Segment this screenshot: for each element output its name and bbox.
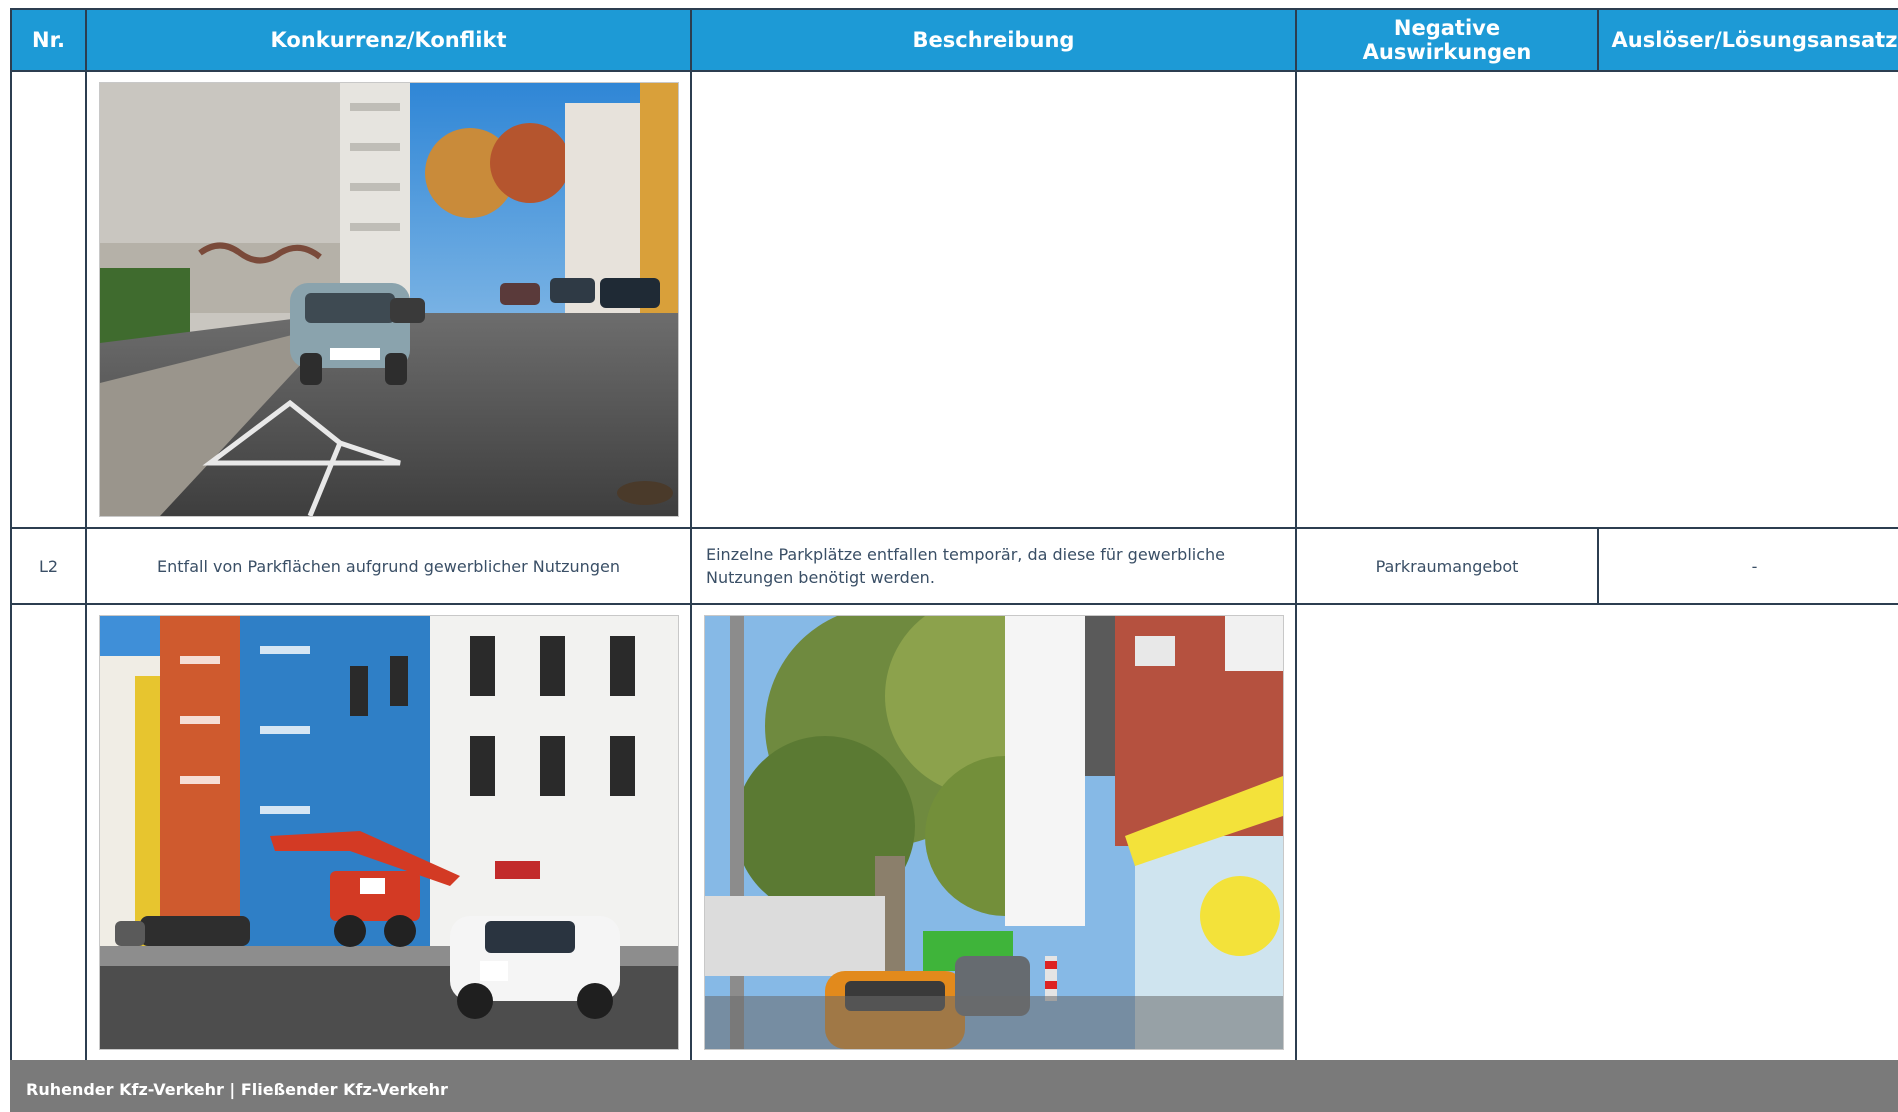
table-row — [10, 70, 1898, 529]
construction-lift-photo — [99, 615, 679, 1050]
tree-shop-photo — [704, 615, 1284, 1050]
header-ausloeser-label: Auslöser/Lösungsansatz — [1611, 28, 1898, 52]
header-negative-auswirkungen: Negative Auswirkungen — [1295, 8, 1599, 72]
document-page: Nr. Konkurrenz/Konflikt Beschreibung Neg… — [0, 0, 1898, 1112]
header-nr: Nr. — [10, 8, 87, 72]
header-konflikt-label: Konkurrenz/Konflikt — [270, 28, 507, 52]
header-beschreibung: Beschreibung — [690, 8, 1297, 72]
row-l2-ausloeser: - — [1597, 527, 1898, 605]
table-row: L2 Entfall von Parkflächen aufgrund gewe… — [10, 527, 1898, 605]
row-l2-negative-label: Parkraumangebot — [1375, 556, 1519, 576]
photo-row3-nr-cell — [10, 603, 87, 1062]
header-negative-line1: Negative — [1393, 16, 1501, 40]
row-l2-beschreibung-label: Einzelne Parkplätze entfallen temporär, … — [706, 545, 1226, 587]
row-l2-ausloeser-label: - — [1751, 556, 1758, 576]
table-row — [10, 603, 1898, 1062]
photo-row3-beschreibung-cell — [690, 603, 1297, 1062]
header-negative-line2: Auswirkungen — [1362, 40, 1532, 64]
photo-row3-konflikt-cell — [85, 603, 692, 1062]
footer-label: Ruhender Kfz-Verkehr | Fließender Kfz-Ve… — [26, 1080, 448, 1099]
photo-row1-beschreibung-cell — [690, 70, 1297, 529]
row-l2-negative: Parkraumangebot — [1295, 527, 1599, 605]
header-nr-label: Nr. — [32, 28, 65, 52]
row-l2-nr-label: L2 — [38, 556, 59, 576]
footer-bar: Ruhender Kfz-Verkehr | Fließender Kfz-Ve… — [10, 1060, 1898, 1112]
row-l2-konflikt: Entfall von Parkflächen aufgrund gewerbl… — [85, 527, 692, 605]
table-header-row: Nr. Konkurrenz/Konflikt Beschreibung Neg… — [10, 8, 1898, 72]
row-l2-beschreibung: Einzelne Parkplätze entfallen temporär, … — [690, 527, 1297, 605]
header-ausloeser: Auslöser/Lösungsansatz — [1597, 8, 1898, 72]
row-l2-nr: L2 — [10, 527, 87, 605]
photo-row3-rest-cell — [1295, 603, 1898, 1062]
street-parking-photo — [99, 82, 679, 517]
row-l2-konflikt-label: Entfall von Parkflächen aufgrund gewerbl… — [157, 556, 620, 576]
photo-row1-rest-cell — [1295, 70, 1898, 529]
photo-row1-nr-cell — [10, 70, 87, 529]
photo-row1-konflikt-cell — [85, 70, 692, 529]
header-beschreibung-label: Beschreibung — [912, 28, 1075, 52]
header-konflikt: Konkurrenz/Konflikt — [85, 8, 692, 72]
conflict-table: Nr. Konkurrenz/Konflikt Beschreibung Neg… — [10, 8, 1898, 1062]
